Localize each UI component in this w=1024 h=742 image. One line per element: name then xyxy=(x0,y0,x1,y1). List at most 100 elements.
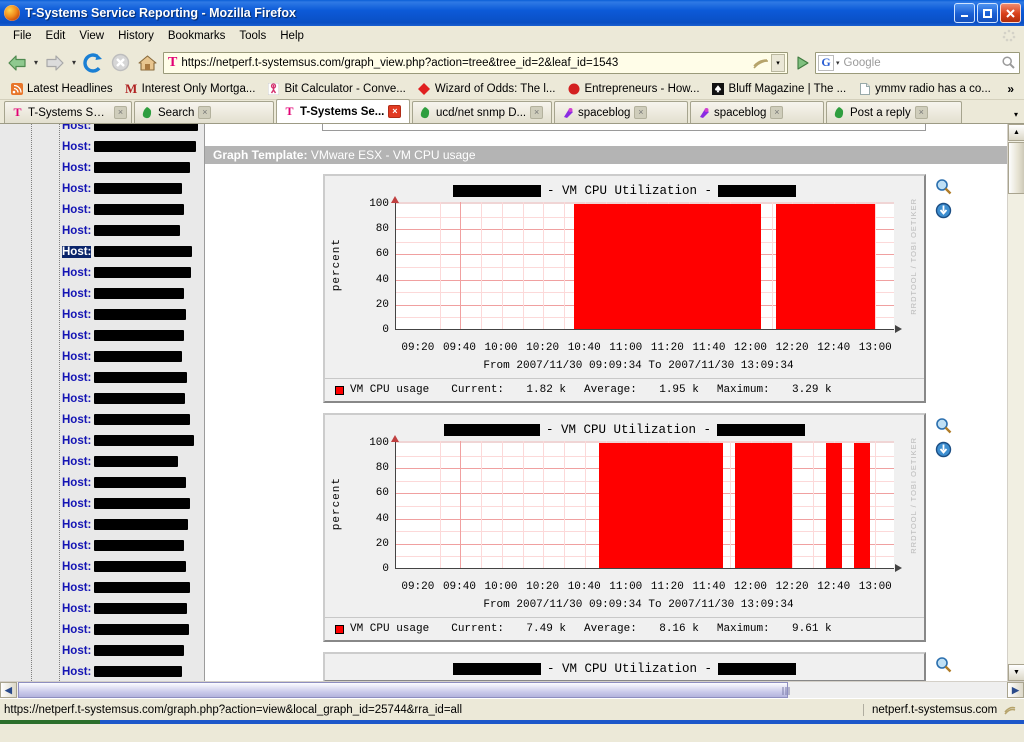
menu-bookmarks[interactable]: Bookmarks xyxy=(161,28,233,44)
address-dropdown-icon[interactable]: ▾ xyxy=(771,53,785,72)
host-tree-item[interactable]: Host: xyxy=(0,136,204,157)
tab-close-icon[interactable]: × xyxy=(770,106,784,119)
rss-icon xyxy=(10,82,23,95)
zoom-graph-icon[interactable] xyxy=(935,656,952,673)
tab-spaceblog-1[interactable]: spaceblog × xyxy=(554,101,688,123)
tab-ucd-net-snmp[interactable]: ucd/net snmp D... × xyxy=(412,101,552,123)
scroll-down-icon[interactable]: ▼ xyxy=(1008,664,1024,681)
search-engine-icon[interactable]: G xyxy=(818,54,834,71)
menu-edit[interactable]: Edit xyxy=(39,28,73,44)
host-tree-item[interactable]: Host: xyxy=(0,262,204,283)
home-button-icon[interactable] xyxy=(134,50,160,76)
tab-close-icon[interactable]: × xyxy=(530,106,544,119)
host-tree-item[interactable]: Host: xyxy=(0,304,204,325)
minimize-button[interactable] xyxy=(954,3,975,23)
host-tree-item[interactable]: Host: xyxy=(0,514,204,535)
vertical-scroll-thumb[interactable] xyxy=(1008,142,1024,194)
restore-button[interactable] xyxy=(977,3,998,23)
host-tree-item[interactable]: Host: xyxy=(0,472,204,493)
scroll-left-icon[interactable]: ◀ xyxy=(0,682,17,698)
search-icon[interactable] xyxy=(999,54,1017,72)
zoom-graph-icon[interactable] xyxy=(935,178,952,195)
host-tree-item[interactable]: Host: xyxy=(0,178,204,199)
tab-list-dropdown-icon[interactable]: ▾ xyxy=(1008,110,1024,123)
security-indicator[interactable]: netperf.t-systemsus.com xyxy=(864,703,1024,717)
bookmark-icon xyxy=(267,82,280,95)
host-tree-item[interactable]: Host: xyxy=(0,283,204,304)
search-bar[interactable]: G ▾ Google xyxy=(815,51,1020,74)
bookmark-entrepreneurs[interactable]: Entrepreneurs - How... xyxy=(561,82,705,95)
host-tree-item[interactable]: Host: xyxy=(0,430,204,451)
scroll-up-icon[interactable]: ▲ xyxy=(1008,124,1024,141)
tab-close-icon[interactable]: × xyxy=(388,105,402,118)
tab-t-systems-se-active[interactable]: T T-Systems Se... × xyxy=(276,99,410,123)
menu-history[interactable]: History xyxy=(111,28,161,44)
redacted-vm-name xyxy=(452,663,541,675)
close-button[interactable] xyxy=(1000,3,1021,23)
bookmarks-overflow-icon[interactable]: » xyxy=(1001,82,1020,96)
lock-icon xyxy=(1003,703,1018,717)
host-tree-sidebar[interactable]: Host: Host: Host: Host: Host: Host: Host: Host:… xyxy=(0,124,205,681)
host-tree-item[interactable]: Host: xyxy=(0,367,204,388)
go-button-icon[interactable] xyxy=(792,52,814,74)
address-bar[interactable]: T https://netperf.t-systemsus.com/graph_… xyxy=(163,51,788,74)
tab-spaceblog-2[interactable]: spaceblog × xyxy=(690,101,824,123)
host-tree-item[interactable]: Host: xyxy=(0,661,204,681)
horizontal-scroll-thumb[interactable] xyxy=(18,682,788,698)
host-tree-item[interactable]: Host: xyxy=(0,124,204,136)
bookmark-interest-only-mortgage[interactable]: M Interest Only Mortga... xyxy=(119,81,262,96)
bookmark-ymmv-radio[interactable]: ymmv radio has a co... xyxy=(852,82,997,95)
horizontal-scroll-track[interactable] xyxy=(17,682,1007,698)
host-tree-item[interactable]: Host: xyxy=(0,640,204,661)
back-dropdown-icon[interactable]: ▾ xyxy=(31,50,41,76)
graph-card[interactable]: - VM CPU Utilization - percent 0 20 40 60 80 10… xyxy=(323,174,926,403)
host-tree-item[interactable]: Host: xyxy=(0,619,204,640)
tab-search[interactable]: Search × xyxy=(134,101,274,123)
host-tree-item[interactable]: Host: xyxy=(0,493,204,514)
tab-close-icon[interactable]: × xyxy=(198,106,212,119)
bookmark-wizard-of-odds[interactable]: Wizard of Odds: The l... xyxy=(412,82,562,95)
host-tree-item[interactable]: Host: xyxy=(0,388,204,409)
x-tick-label: 11:40 xyxy=(692,342,726,354)
tab-t-systems-service[interactable]: T T-Systems Servi... × xyxy=(4,101,132,123)
host-tree-item[interactable]: Host: xyxy=(0,157,204,178)
host-tree-item[interactable]: Host: xyxy=(0,409,204,430)
zoom-graph-icon[interactable] xyxy=(935,417,952,434)
feed-icon[interactable] xyxy=(752,54,770,72)
tab-close-icon[interactable]: × xyxy=(114,106,127,119)
bookmark-bit-calculator[interactable]: Bit Calculator - Conve... xyxy=(261,82,411,95)
search-input[interactable]: Google xyxy=(844,57,999,69)
back-button-icon[interactable] xyxy=(4,50,30,76)
x-tick-label: 10:00 xyxy=(484,581,518,593)
host-tree-item[interactable]: Host: xyxy=(0,556,204,577)
host-tree-item[interactable]: Host: xyxy=(0,598,204,619)
download-csv-icon[interactable] xyxy=(935,202,952,219)
graph-card[interactable]: - VM CPU Utilization - percent 0 20 40 60 80 10… xyxy=(323,413,926,642)
host-tree-item[interactable]: Host: xyxy=(0,535,204,556)
host-tree-item[interactable]: Host: xyxy=(0,199,204,220)
menu-help[interactable]: Help xyxy=(273,28,311,44)
graph-card[interactable]: - VM CPU Utilization - xyxy=(323,652,926,681)
grid-line-vertical xyxy=(501,202,503,329)
download-csv-icon[interactable] xyxy=(935,441,952,458)
tab-close-icon[interactable]: × xyxy=(914,106,928,119)
menu-file[interactable]: File xyxy=(6,28,39,44)
scroll-right-icon[interactable]: ▶ xyxy=(1007,682,1024,698)
tab-close-icon[interactable]: × xyxy=(634,106,648,119)
host-tree-item[interactable]: Host: xyxy=(0,220,204,241)
host-tree-item[interactable]: Host: xyxy=(0,241,204,262)
menu-tools[interactable]: Tools xyxy=(232,28,273,44)
host-tree-item[interactable]: Host: xyxy=(0,325,204,346)
tab-post-a-reply[interactable]: Post a reply × xyxy=(826,101,962,123)
graph-title-text: - VM CPU Utilization - xyxy=(545,423,712,437)
bookmark-latest-headlines[interactable]: Latest Headlines xyxy=(4,82,119,95)
reload-button-icon[interactable] xyxy=(80,50,106,76)
host-tree-item[interactable]: Host: xyxy=(0,451,204,472)
bookmark-bluff-magazine[interactable]: Bluff Magazine | The ... xyxy=(706,82,853,95)
page-horizontal-scrollbar[interactable]: ◀ ▶ xyxy=(0,681,1024,698)
menu-view[interactable]: View xyxy=(72,28,111,44)
page-vertical-scrollbar[interactable]: ▲ ▼ xyxy=(1007,124,1024,681)
host-tree-item[interactable]: Host: xyxy=(0,577,204,598)
host-tree-item[interactable]: Host: xyxy=(0,346,204,367)
search-engine-dropdown-icon[interactable]: ▾ xyxy=(836,59,840,67)
